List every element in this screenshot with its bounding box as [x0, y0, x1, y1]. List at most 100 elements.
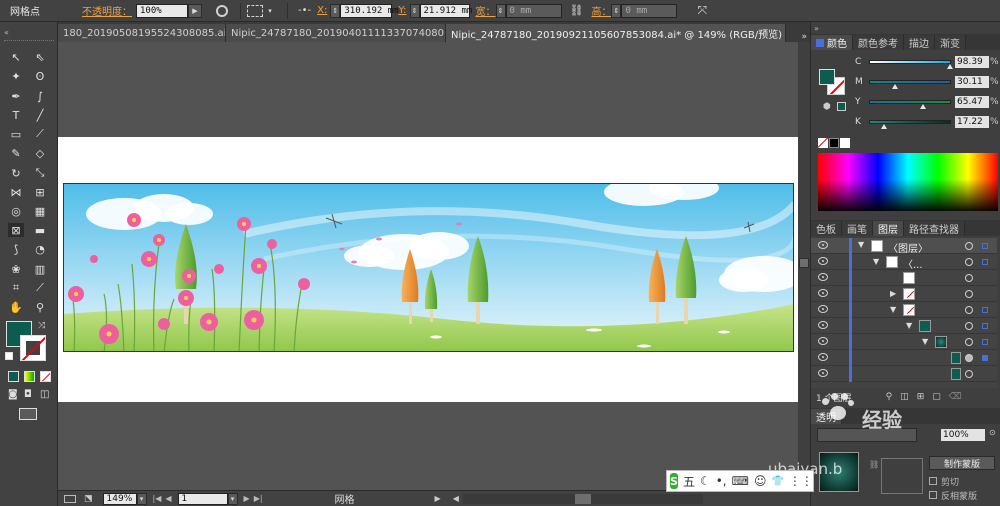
make-mask-button[interactable]: 制作蒙版 [929, 456, 995, 470]
zoom-field[interactable]: 149% [102, 492, 137, 505]
paintbrush-tool-icon[interactable]: ⟋ [32, 127, 48, 141]
selection-square-icon[interactable] [982, 339, 988, 345]
height-stepper[interactable]: ⇕ [611, 3, 622, 18]
status-icon-1[interactable] [64, 494, 76, 503]
expand-arrow-icon[interactable]: ▼ [906, 321, 912, 330]
lasso-tool-icon[interactable]: ʘ [32, 69, 48, 83]
slice-tool-icon[interactable]: ⟋ [32, 281, 48, 295]
slider-thumb-icon[interactable] [891, 84, 898, 89]
slider-thumb-icon[interactable] [880, 124, 887, 129]
toolbox-grip[interactable] [4, 40, 54, 42]
document-tab-2[interactable]: Nipic_24787180_20190401111337074080.ai*× [226, 24, 446, 42]
expand-arrow-icon[interactable]: ▼ [858, 240, 864, 249]
prev-page-icon[interactable]: ◀ [165, 494, 171, 503]
sogou-logo-icon[interactable]: S [670, 473, 678, 489]
hscroll-thumb[interactable] [574, 493, 591, 504]
column-graph-tool-icon[interactable]: ▥ [32, 262, 48, 276]
width-stepper[interactable]: ⇕ [495, 3, 506, 18]
tab-layers[interactable]: 图层 [873, 221, 904, 236]
zoom-dropdown-icon[interactable]: ▾ [136, 492, 147, 505]
layer-row-item-1[interactable] [811, 270, 997, 286]
hscroll-left-icon[interactable]: ◀ [453, 494, 459, 503]
tab-stroke[interactable]: 描边 [904, 35, 935, 50]
channel-value-input[interactable]: 65.47 [955, 96, 989, 108]
channel-value-input[interactable]: 17.22 [955, 116, 989, 128]
selection-square-icon[interactable] [982, 323, 988, 329]
selection-square-icon[interactable] [982, 307, 988, 313]
opacity-dropdown-arrow-icon[interactable]: ▶ [188, 3, 202, 18]
curvature-tool-icon[interactable]: ∫ [32, 89, 48, 103]
sublayer-name[interactable]: 〈... [903, 256, 923, 271]
gradient-tool-icon[interactable]: ▬ [32, 223, 48, 237]
target-circle-icon[interactable] [965, 370, 973, 378]
visibility-eye-icon[interactable] [818, 337, 828, 345]
delete-layer-icon[interactable]: ⌫ [949, 392, 962, 402]
channel-value-input[interactable]: 98.39 [955, 56, 989, 68]
make-clipping-mask-icon[interactable]: ◫ [900, 392, 909, 402]
visibility-eye-icon[interactable] [818, 369, 828, 377]
selection-square-icon[interactable] [982, 355, 988, 361]
document-tab-3[interactable]: Nipic_24787180_20190921105607853084.ai* … [446, 24, 786, 42]
visibility-eye-icon[interactable] [818, 289, 828, 297]
page-field[interactable]: 1 [177, 492, 228, 505]
channel-slider[interactable] [869, 80, 951, 89]
artboard-tool-icon[interactable]: ⌗ [8, 281, 24, 295]
channel-slider[interactable] [869, 60, 954, 69]
target-circle-icon[interactable] [965, 338, 973, 346]
layer-name[interactable]: 〈图层〉 [888, 240, 928, 255]
line-tool-icon[interactable]: ╱ [32, 108, 48, 122]
opacity-label[interactable]: 不透明度： [82, 3, 132, 18]
clip-checkbox[interactable] [929, 477, 937, 485]
mesh-tool-icon[interactable]: ⊠ [8, 223, 24, 237]
shape-builder-tool-icon[interactable]: ◎ [8, 204, 24, 218]
artwork-landscape[interactable] [63, 183, 794, 352]
draw-behind-icon[interactable]: ◘ [24, 389, 32, 400]
hand-tool-icon[interactable]: ✋ [8, 300, 24, 314]
next-page-icon[interactable]: ▶ [244, 494, 250, 503]
link-icon[interactable]: ⛓ [570, 4, 584, 17]
toolbox-grid-icon[interactable]: ⋮⋮ [789, 474, 813, 488]
target-circle-icon[interactable] [965, 290, 973, 298]
layer-row-item-7[interactable] [811, 366, 997, 382]
expand-arrow-icon[interactable]: ▼ [922, 337, 928, 346]
none-mode-button[interactable] [40, 371, 51, 382]
white-swatch[interactable] [840, 138, 850, 148]
reference-point-icon[interactable]: -•- [298, 5, 311, 16]
layer-row-item-3[interactable]: ▼ [811, 302, 997, 318]
y-input[interactable]: 21.912 mm [419, 3, 472, 18]
none-swatch[interactable] [818, 138, 828, 148]
skin-shirt-icon[interactable]: 👕 [771, 476, 783, 487]
status-menu-icon[interactable]: ▶ [435, 494, 441, 503]
eraser-tool-icon[interactable]: ◇ [32, 146, 48, 160]
blend-tool-icon[interactable]: ◔ [32, 242, 48, 256]
zoom-tool-icon[interactable]: ⚲ [32, 300, 48, 314]
scale-tool-icon[interactable]: ⤡ [32, 166, 48, 180]
out-of-gamut-cube-icon[interactable]: ⬢ [823, 102, 831, 112]
tab-overflow-icon[interactable]: » [786, 32, 810, 42]
emoji-face-icon[interactable]: ☺ [754, 474, 767, 488]
visibility-eye-icon[interactable] [818, 273, 828, 281]
width-tool-icon[interactable]: ⋈ [8, 185, 24, 199]
visibility-eye-icon[interactable] [818, 305, 828, 313]
opacity-input[interactable]: 100% [136, 3, 188, 18]
y-stepper[interactable]: ⇕ [409, 3, 420, 18]
transform-dropdown-icon[interactable]: ▾ [263, 4, 277, 18]
input-mode-label[interactable]: 五 [683, 473, 695, 490]
channel-value-input[interactable]: 30.11 [955, 76, 989, 88]
color-spectrum[interactable] [818, 153, 998, 211]
scroll-thumb[interactable] [799, 258, 809, 268]
direct-selection-tool-icon[interactable]: ⇖ [32, 50, 48, 64]
document-tab-1[interactable]: 180_20190508195524308085.ai*× [58, 24, 226, 42]
color-mode-button[interactable] [8, 371, 19, 382]
keyboard-icon[interactable]: ⌨ [732, 474, 749, 488]
eyedropper-tool-icon[interactable]: ⟆ [8, 242, 24, 256]
tab-pathfinder[interactable]: 路径查找器 [904, 221, 965, 236]
tab-swatches[interactable]: 色板 [811, 221, 842, 236]
symbol-sprayer-tool-icon[interactable]: ❀ [8, 262, 24, 276]
target-circle-icon[interactable] [965, 242, 973, 250]
web-safe-swatch[interactable] [837, 102, 846, 111]
selection-tool-icon[interactable]: ↖ [8, 50, 24, 64]
visibility-eye-icon[interactable] [818, 241, 828, 249]
screen-mode-icon[interactable] [19, 408, 37, 420]
pen-tool-icon[interactable]: ✒ [8, 89, 24, 103]
